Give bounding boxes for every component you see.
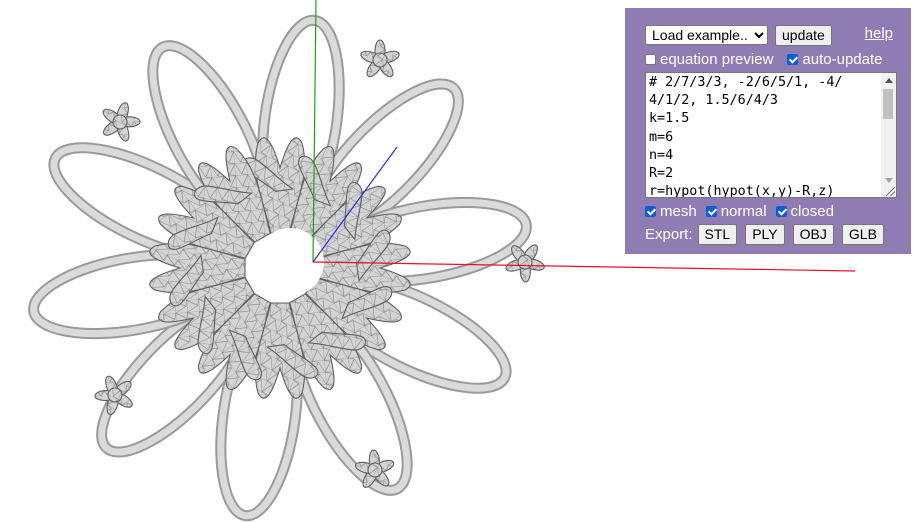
auto-update-label: auto-update	[802, 50, 883, 68]
preview-options-row: equation preview auto-update	[645, 50, 893, 68]
equation-preview-label: equation preview	[660, 50, 774, 68]
closed-checkbox[interactable]	[775, 205, 787, 217]
star-fragment-center	[372, 52, 388, 68]
closed-option: closed	[775, 202, 834, 220]
toolbar-row: Load example... update help	[645, 24, 893, 46]
normal-label: normal	[720, 202, 767, 220]
normal-checkbox[interactable]	[705, 205, 717, 217]
equation-preview-checkbox[interactable]	[645, 53, 656, 65]
mesh-checkbox[interactable]	[645, 205, 656, 217]
export-label: Export:	[645, 225, 693, 243]
export-ply-button[interactable]: PLY	[745, 223, 785, 245]
equation-text[interactable]: # 2/7/3/3, -2/6/5/1, -4/ 4/1/2, 1.5/6/4/…	[646, 73, 896, 197]
star-fragment-center	[367, 462, 383, 478]
axis-x	[312, 261, 856, 272]
export-stl-button[interactable]: STL	[697, 223, 738, 245]
auto-update-checkbox[interactable]	[787, 53, 799, 65]
normal-option: normal	[705, 202, 767, 220]
star-fragment-center	[112, 114, 128, 130]
help-link[interactable]: help	[865, 25, 893, 42]
control-panel: Load example... update help equation pre…	[625, 8, 911, 254]
resize-grip-icon[interactable]	[886, 187, 895, 196]
update-button[interactable]: update	[775, 24, 832, 46]
mesh-label: mesh	[660, 202, 697, 220]
export-glb-button[interactable]: GLB	[841, 223, 884, 245]
star-fragment-center	[107, 387, 123, 403]
scroll-up-arrow-icon[interactable]	[885, 78, 893, 83]
closed-label: closed	[790, 202, 834, 220]
mesh-surface	[28, 14, 545, 522]
export-row: Export: STL PLY OBJ GLB	[645, 223, 893, 245]
star-fragment-center	[517, 254, 533, 270]
example-select[interactable]: Load example...	[645, 25, 768, 45]
render-options-row: mesh normal closed	[645, 202, 893, 220]
editor-scrollbar[interactable]	[881, 73, 896, 197]
export-obj-button[interactable]: OBJ	[792, 223, 834, 245]
scroll-thumb[interactable]	[883, 89, 893, 119]
mesh-option: mesh	[645, 203, 697, 220]
scroll-down-arrow-icon[interactable]	[885, 178, 893, 183]
equation-editor[interactable]: # 2/7/3/3, -2/6/5/1, -4/ 4/1/2, 1.5/6/4/…	[645, 72, 897, 198]
